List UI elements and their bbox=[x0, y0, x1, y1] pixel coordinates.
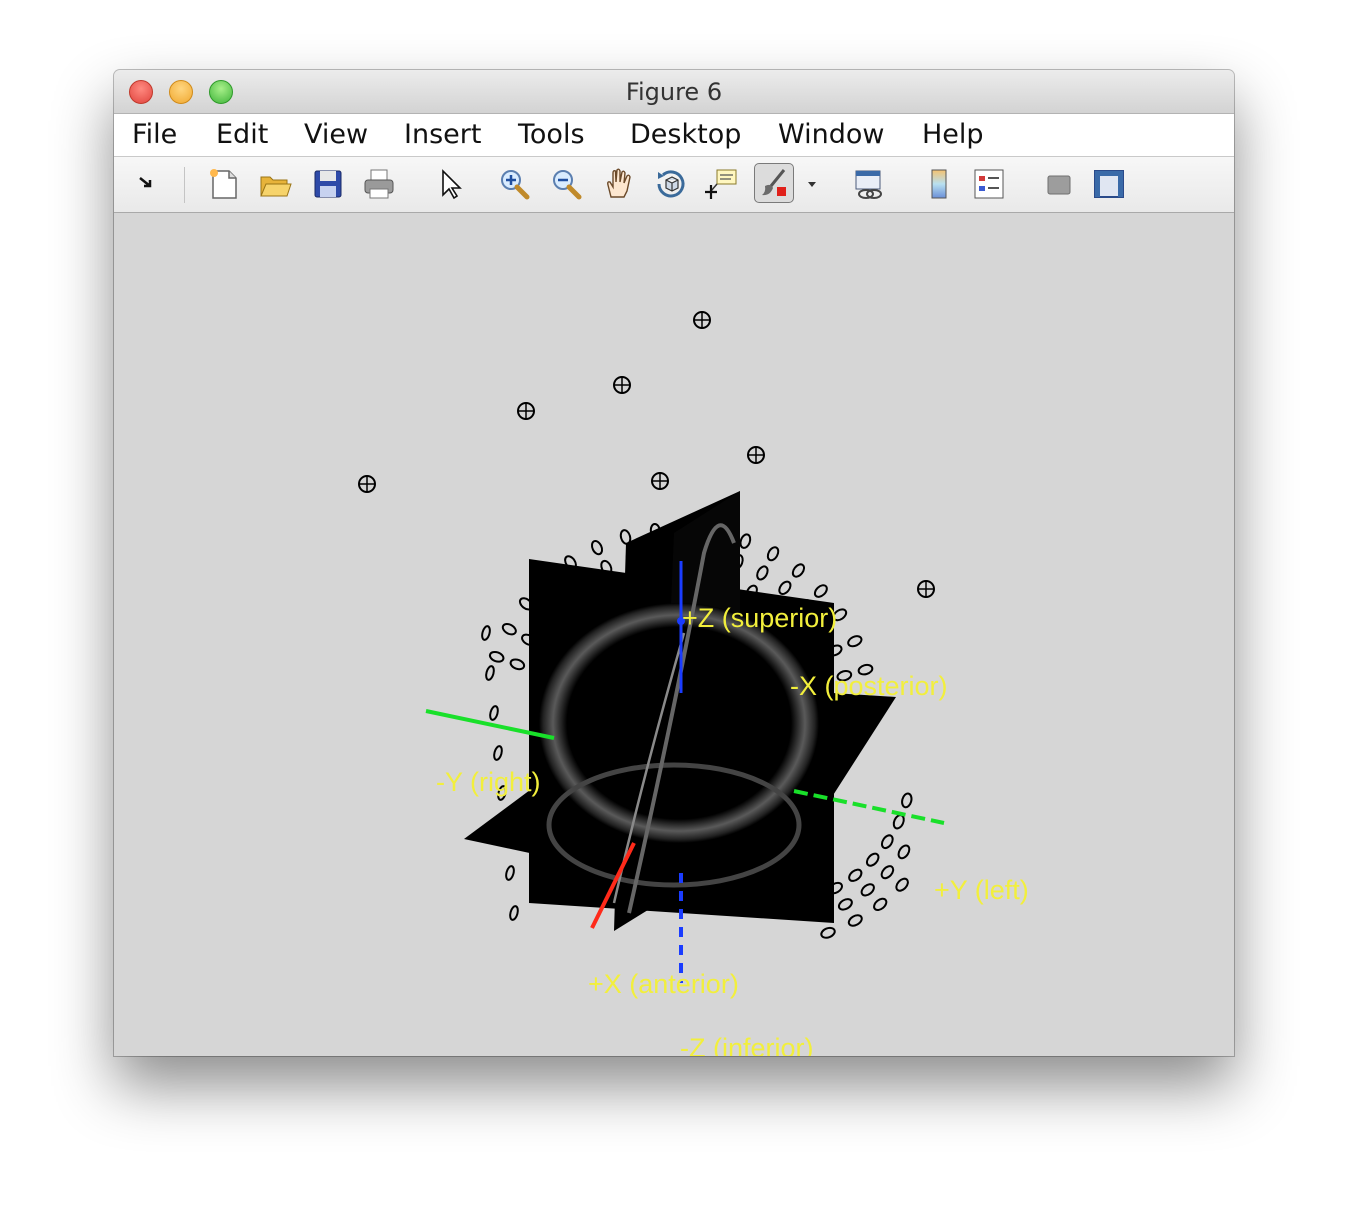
electrode-marker bbox=[873, 897, 888, 911]
electrode-marker bbox=[820, 926, 836, 939]
label-x-posterior: -X (posterior) bbox=[790, 671, 948, 701]
print-icon[interactable] bbox=[362, 167, 396, 201]
electrode-marker bbox=[488, 650, 505, 663]
electrode-marker bbox=[501, 622, 517, 636]
electrode-marker bbox=[880, 865, 895, 880]
electrode-marker bbox=[778, 580, 792, 595]
electrode-marker bbox=[481, 625, 491, 641]
edit-plot-arrow-icon[interactable] bbox=[434, 167, 468, 201]
figure-toolbar bbox=[114, 157, 1234, 213]
toolbar-separator bbox=[184, 167, 185, 203]
electrode-marker bbox=[509, 905, 519, 921]
window-title: Figure 6 bbox=[625, 78, 723, 106]
pan-hand-icon[interactable] bbox=[602, 167, 636, 201]
dock-icon[interactable] bbox=[130, 167, 164, 201]
electrode-marker bbox=[837, 898, 853, 911]
electrode-marker bbox=[756, 565, 769, 581]
legend-icon[interactable] bbox=[972, 167, 1006, 201]
label-z-superior: +Z (superior) bbox=[682, 603, 837, 633]
electrode-marker bbox=[901, 792, 913, 809]
electrode-marker bbox=[509, 658, 526, 671]
electrode-marker bbox=[865, 852, 880, 867]
title-bar[interactable]: Figure 6 bbox=[114, 70, 1234, 114]
electrode-marker bbox=[489, 705, 499, 721]
brush-dropdown-icon[interactable] bbox=[804, 167, 820, 201]
electrode-marker bbox=[880, 834, 894, 850]
label-z-inferior: -Z (inferior) bbox=[680, 1033, 814, 1056]
menu-edit[interactable]: Edit bbox=[216, 119, 268, 150]
electrode-marker bbox=[895, 877, 909, 892]
menu-help[interactable]: Help bbox=[922, 119, 984, 150]
electrode-marker bbox=[493, 745, 503, 761]
open-file-icon[interactable] bbox=[258, 167, 292, 201]
rotate-3d-icon[interactable] bbox=[654, 167, 688, 201]
electrode-marker bbox=[897, 844, 911, 860]
zoom-out-icon[interactable] bbox=[549, 167, 583, 201]
electrode-marker bbox=[485, 665, 495, 681]
show-plot-tools-icon[interactable] bbox=[1092, 167, 1126, 201]
menu-window[interactable]: Window bbox=[778, 119, 884, 150]
electrode-marker bbox=[847, 914, 863, 927]
zoom-in-icon[interactable] bbox=[497, 167, 531, 201]
label-x-anterior: +X (anterior) bbox=[588, 969, 739, 999]
hide-plot-tools-icon[interactable] bbox=[1042, 167, 1076, 201]
menu-file[interactable]: File bbox=[132, 119, 177, 150]
menu-desktop[interactable]: Desktop bbox=[630, 119, 741, 150]
link-plot-icon[interactable] bbox=[852, 167, 886, 201]
menu-insert[interactable]: Insert bbox=[404, 119, 481, 150]
data-cursor-icon[interactable] bbox=[705, 167, 739, 201]
electrode-marker bbox=[739, 533, 752, 549]
brush-icon[interactable] bbox=[754, 163, 794, 203]
label-y-right: -Y (right) bbox=[436, 767, 541, 797]
electrode-marker bbox=[590, 539, 604, 556]
electrode-marker bbox=[791, 563, 806, 578]
menu-bar: File Edit View Insert Tools Desktop Wind… bbox=[114, 114, 1234, 157]
label-y-left: +Y (left) bbox=[934, 875, 1029, 905]
menu-view[interactable]: View bbox=[304, 119, 368, 150]
mri-3d-scene[interactable]: +Z (superior) -X (posterior) -Y (right) … bbox=[114, 213, 1234, 1056]
electrode-marker bbox=[847, 635, 863, 648]
electrode-marker bbox=[848, 868, 863, 882]
electrode-marker bbox=[505, 865, 515, 881]
plot-area[interactable]: +Z (superior) -X (posterior) -Y (right) … bbox=[114, 213, 1234, 1056]
save-icon[interactable] bbox=[311, 167, 345, 201]
electrode-marker bbox=[813, 584, 828, 598]
coronal-head-outline bbox=[539, 603, 819, 843]
electrode-marker bbox=[766, 546, 780, 562]
menu-tools[interactable]: Tools bbox=[518, 119, 585, 150]
new-figure-icon[interactable] bbox=[207, 167, 241, 201]
figure-window: Figure 6 File Edit View Insert Tools Des… bbox=[114, 70, 1234, 1056]
colorbar-icon[interactable] bbox=[922, 167, 956, 201]
electrode-marker bbox=[860, 883, 875, 897]
